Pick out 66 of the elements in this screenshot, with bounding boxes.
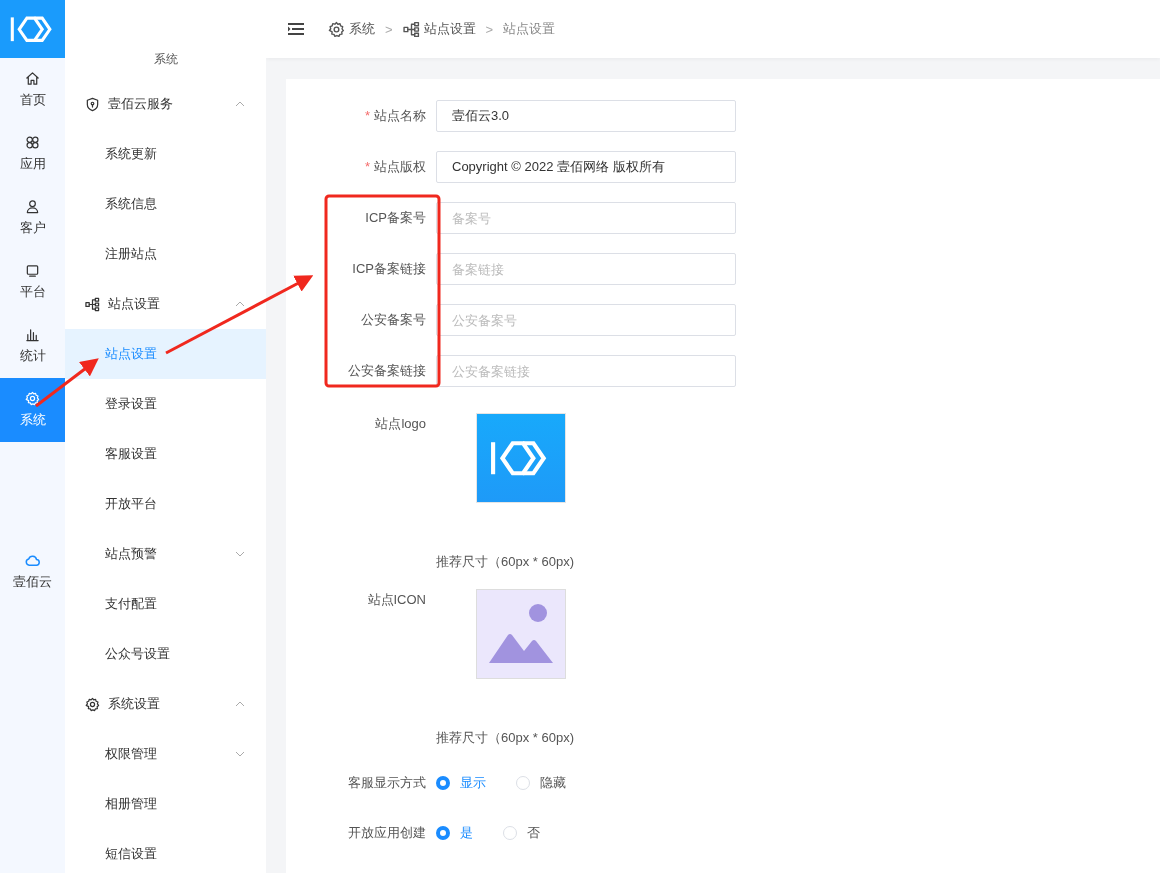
menu-item[interactable]: 系统更新 <box>65 129 266 179</box>
text-field[interactable]: Copyright © 2022 壹佰网络 版权所有 <box>436 151 736 183</box>
menu-group[interactable]: 壹佰云服务 <box>65 79 266 129</box>
radio-option[interactable]: 隐藏 <box>516 767 566 799</box>
field-label: ICP备案链接 <box>352 261 426 276</box>
field-label: 公安备案号 <box>361 312 426 327</box>
menu-item[interactable]: 站点预警 <box>65 529 266 579</box>
text-field[interactable]: 公安备案链接 <box>436 355 736 387</box>
size-hint: 推荐尺寸（60px * 60px) <box>436 729 574 747</box>
menu-item[interactable]: 权限管理 <box>65 729 266 779</box>
breadcrumb-separator: > <box>485 21 494 37</box>
logo-image[interactable] <box>476 413 566 503</box>
nav-item[interactable]: 壹佰云 <box>0 540 65 604</box>
menu-item[interactable]: 公众号设置 <box>65 629 266 679</box>
settings-icon <box>25 391 40 406</box>
required-mark: * <box>364 159 370 174</box>
field-label: ICP备案号 <box>365 210 426 225</box>
field-label: 客服显示方式 <box>347 774 427 792</box>
nav-item[interactable]: 平台 <box>0 250 65 314</box>
text-field[interactable]: 备案号 <box>436 202 736 234</box>
menu-item[interactable]: 注册站点 <box>65 229 266 279</box>
nav-item[interactable]: 首页 <box>0 58 65 122</box>
menu-group[interactable]: 系统设置 <box>65 679 266 729</box>
monitor-icon <box>25 263 40 278</box>
radio-option[interactable]: 是 <box>436 817 473 849</box>
field-label: 公安备案链接 <box>348 363 426 378</box>
menu-item[interactable]: 开放平台 <box>65 479 266 529</box>
text-field[interactable]: 备案链接 <box>436 253 736 285</box>
breadcrumb-link[interactable]: 系统 <box>328 20 375 38</box>
image-placeholder[interactable] <box>476 589 566 679</box>
menu-item[interactable]: 登录设置 <box>65 379 266 429</box>
cloud-icon <box>25 553 40 568</box>
menu-title: 系统 <box>153 51 178 68</box>
shield-icon <box>85 96 100 112</box>
menu-item[interactable]: 支付配置 <box>65 579 266 629</box>
field-label: 站点ICON <box>366 591 427 609</box>
flower-icon <box>25 135 40 150</box>
menu-group[interactable]: 站点设置 <box>65 279 266 329</box>
size-hint: 推荐尺寸（60px * 60px) <box>436 553 574 571</box>
nav-item[interactable]: 应用 <box>0 122 65 186</box>
field-label: 站点名称 <box>374 108 426 123</box>
radio-option[interactable]: 显示 <box>436 767 486 799</box>
radio-option[interactable]: 否 <box>503 817 540 849</box>
required-mark: * <box>364 108 370 123</box>
user-icon <box>25 199 40 214</box>
nav-item[interactable]: 客户 <box>0 186 65 250</box>
hierarchy-icon <box>85 296 100 312</box>
nav-item[interactable]: 统计 <box>0 314 65 378</box>
field-label: 开放应用创建 <box>347 824 427 842</box>
breadcrumb-link[interactable]: 站点设置 <box>503 20 556 38</box>
bar-chart-icon <box>25 327 40 342</box>
field-label: 站点logo <box>374 415 427 433</box>
breadcrumb-separator: > <box>385 21 393 37</box>
hierarchy-icon <box>402 20 420 38</box>
breadcrumb-link[interactable]: 站点设置 <box>402 20 476 38</box>
settings-icon <box>328 20 345 38</box>
menu-item[interactable]: 短信设置 <box>65 829 266 873</box>
settings-icon <box>85 696 100 712</box>
home-icon <box>25 71 40 86</box>
menu-item[interactable]: 客服设置 <box>65 429 266 479</box>
text-field[interactable]: 公安备案号 <box>436 304 736 336</box>
menu-item[interactable]: 系统信息 <box>65 179 266 229</box>
menu-item[interactable]: 相册管理 <box>65 779 266 829</box>
text-field[interactable]: 壹佰云3.0 <box>436 100 736 132</box>
menu-icon[interactable] <box>288 22 304 36</box>
field-label: 站点版权 <box>374 159 426 174</box>
